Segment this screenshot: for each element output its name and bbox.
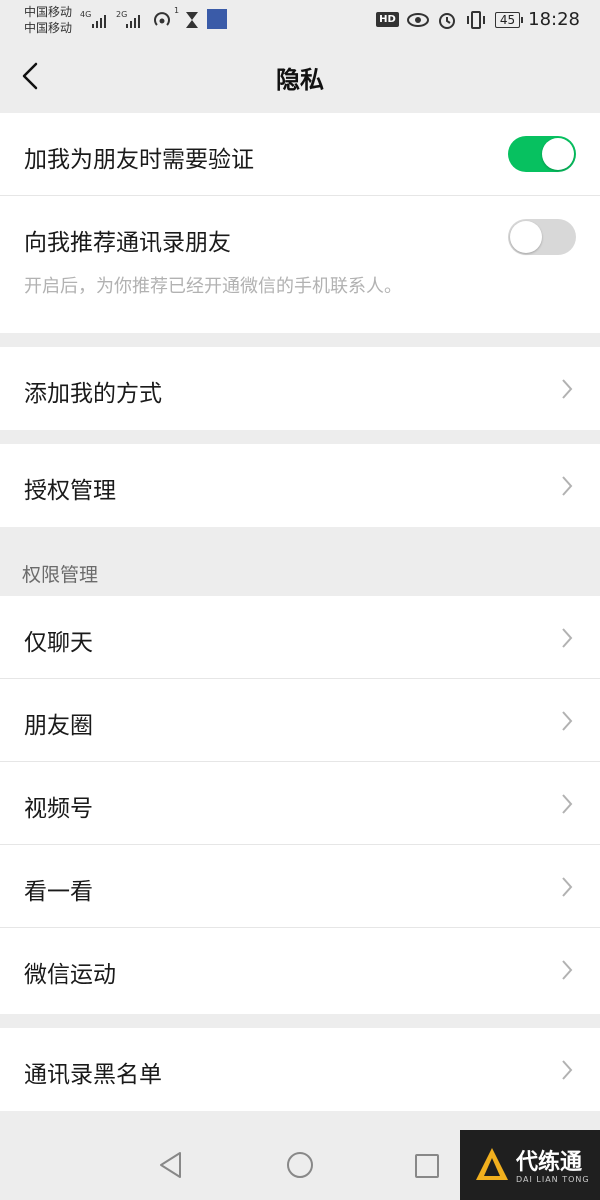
clock: 18:28 [528, 9, 580, 30]
alarm-icon [438, 12, 455, 29]
contacts-blacklist-row[interactable]: 通讯录黑名单 [0, 1028, 600, 1111]
add-method-row[interactable]: 添加我的方式 [0, 347, 600, 430]
chevron-right-icon [562, 628, 573, 648]
recommend-contacts-note: 开启后，为你推荐已经开通微信的手机联系人。 [24, 276, 402, 297]
recommend-contacts-row[interactable]: 向我推荐通讯录朋友 [0, 196, 600, 333]
recommend-contacts-toggle[interactable] [508, 219, 576, 255]
add-method-group: 添加我的方式 [0, 347, 600, 430]
eye-icon [406, 12, 429, 27]
page-title: 隐私 [276, 66, 324, 94]
chevron-right-icon [562, 476, 573, 496]
net-type-1: 4G [80, 10, 92, 19]
app-notification-icon [207, 9, 227, 29]
permissions-group: 仅聊天 朋友圈 视频号 看一看 微信运动 [0, 596, 600, 1014]
permission-chat-only-row[interactable]: 仅聊天 [0, 596, 600, 679]
vibrate-icon [466, 10, 485, 29]
friend-verification-toggle[interactable] [508, 136, 576, 172]
friend-verification-row[interactable]: 加我为朋友时需要验证 [0, 113, 600, 196]
permission-channels-label: 视频号 [24, 796, 93, 822]
chevron-right-icon [562, 877, 573, 897]
brand-logo-icon [476, 1148, 508, 1180]
signal-icon [126, 12, 140, 28]
permission-werun-row[interactable]: 微信运动 [0, 928, 600, 1011]
chevron-right-icon [562, 794, 573, 814]
chevron-right-icon [562, 379, 573, 399]
back-triangle-icon[interactable] [156, 1150, 186, 1180]
chevron-right-icon [562, 1060, 573, 1080]
section-title-permissions: 权限管理 [22, 564, 99, 586]
auth-group: 授权管理 [0, 444, 600, 527]
permission-top-stories-row[interactable]: 看一看 [0, 845, 600, 928]
auth-management-label: 授权管理 [24, 478, 116, 504]
watermark-name: 代练通 [516, 1150, 583, 1175]
hotspot-count: 1 [174, 6, 180, 15]
blacklist-group: 通讯录黑名单 [0, 1028, 600, 1111]
carrier-2: 中国移动 [24, 21, 73, 35]
toggle-knob [542, 138, 574, 170]
signal-icon [92, 12, 106, 28]
hd-badge: HD [376, 12, 399, 27]
privacy-toggle-group: 加我为朋友时需要验证 向我推荐通讯录朋友 [0, 113, 600, 333]
battery-level: 45 [494, 11, 524, 28]
recents-square-icon[interactable] [413, 1152, 441, 1180]
home-circle-icon[interactable] [285, 1150, 315, 1180]
watermark-logo: 代练通 DAI LIAN TONG [460, 1130, 600, 1200]
watermark-sub: DAI LIAN TONG [516, 1175, 590, 1184]
permission-channels-row[interactable]: 视频号 [0, 762, 600, 845]
chevron-right-icon [562, 960, 573, 980]
friend-verification-label: 加我为朋友时需要验证 [24, 147, 254, 173]
carrier-info: 中国移动 中国移动 [24, 4, 72, 36]
hourglass-icon [186, 12, 198, 28]
hotspot-icon [154, 12, 170, 26]
contacts-blacklist-label: 通讯录黑名单 [24, 1062, 162, 1088]
toggle-knob [510, 221, 542, 253]
recommend-contacts-label: 向我推荐通讯录朋友 [24, 230, 231, 256]
nav-bar: 隐私 [0, 40, 600, 112]
auth-management-row[interactable]: 授权管理 [0, 444, 600, 527]
permission-moments-row[interactable]: 朋友圈 [0, 679, 600, 762]
permission-top-stories-label: 看一看 [24, 879, 93, 905]
permission-werun-label: 微信运动 [24, 962, 116, 988]
status-bar: 中国移动 中国移动 4G 2G 1 HD 45 18:28 [0, 0, 600, 40]
chevron-right-icon [562, 711, 573, 731]
add-method-label: 添加我的方式 [24, 381, 162, 407]
permission-moments-label: 朋友圈 [24, 713, 93, 739]
carrier-1: 中国移动 [24, 5, 73, 19]
permission-chat-only-label: 仅聊天 [24, 630, 93, 656]
